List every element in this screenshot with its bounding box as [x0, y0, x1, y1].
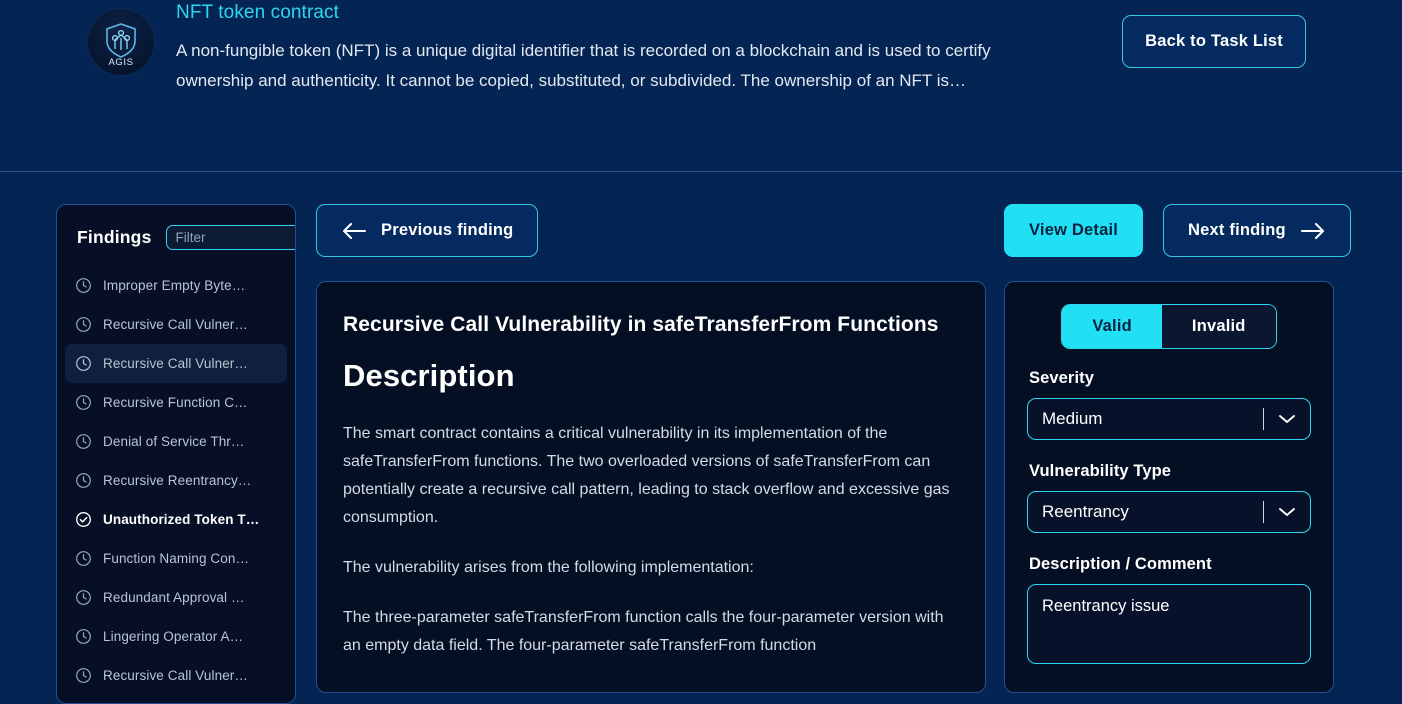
review-column: View Detail Next finding Valid Invalid S… — [1004, 204, 1351, 693]
finding-label: Function Naming Con… — [103, 551, 250, 566]
finding-list-item[interactable]: Recursive Call Vulner… — [65, 656, 287, 695]
finding-label: Redundant Approval … — [103, 590, 245, 605]
vulnerability-type-label: Vulnerability Type — [1029, 462, 1172, 480]
finding-label: Recursive Call Vulner… — [103, 317, 248, 332]
clock-icon — [76, 629, 91, 644]
finding-label: Recursive Function C… — [103, 395, 248, 410]
task-title: NFT token contract — [176, 2, 340, 23]
finding-detail-column: Previous finding Recursive Call Vulnerab… — [296, 204, 1004, 693]
finding-label: Improper Empty Byte… — [103, 278, 246, 293]
finding-list-item[interactable]: Function Naming Con… — [65, 539, 287, 578]
arrow-left-icon — [342, 222, 367, 239]
findings-title: Findings — [77, 227, 152, 247]
finding-detail-panel: Recursive Call Vulnerability in safeTran… — [316, 281, 986, 693]
clock-icon — [76, 356, 91, 371]
valid-toggle-button[interactable]: Valid — [1062, 305, 1162, 348]
clock-icon — [76, 278, 91, 293]
findings-header: Findings — [57, 219, 295, 262]
arrow-right-icon — [1300, 222, 1324, 239]
comment-label: Description / Comment — [1029, 555, 1212, 573]
finding-list-item-selected[interactable]: Recursive Call Vulner… — [65, 344, 287, 383]
severity-select[interactable]: Medium — [1027, 398, 1311, 440]
svg-text:AGIS: AGIS — [108, 57, 133, 68]
finding-list-item[interactable]: Lingering Operator A… — [65, 617, 287, 656]
page-header: AGIS NFT token contract A non-fungible t… — [0, 0, 1402, 172]
next-finding-label: Next finding — [1188, 221, 1286, 239]
select-divider — [1263, 501, 1264, 523]
validity-toggle: Valid Invalid — [1061, 304, 1277, 349]
clock-icon — [76, 551, 91, 566]
finding-list-item[interactable]: Recursive Function C… — [65, 383, 287, 422]
previous-finding-button[interactable]: Previous finding — [316, 204, 539, 257]
next-finding-button[interactable]: Next finding — [1163, 204, 1351, 257]
clock-icon — [76, 668, 91, 683]
filter-input[interactable] — [165, 225, 295, 250]
description-paragraph: The smart contract contains a critical v… — [343, 425, 950, 526]
severity-label: Severity — [1029, 369, 1095, 387]
finding-list-item[interactable]: Denial of Service Thr… — [65, 422, 287, 461]
findings-sidebar: Findings Improper Empty Byte… Recursive … — [56, 204, 296, 704]
validity-toggle-wrap: Valid Invalid — [1027, 304, 1311, 349]
check-circle-icon — [76, 512, 91, 527]
finding-label: Lingering Operator A… — [103, 629, 244, 644]
finding-label: Recursive Reentrancy… — [103, 473, 252, 488]
finding-label: Unauthorized Token T… — [103, 512, 260, 527]
description-paragraph: The vulnerability arises from the follow… — [343, 559, 754, 576]
chevron-down-icon — [1279, 415, 1295, 423]
agis-logo: AGIS — [88, 9, 154, 75]
vulnerability-type-value: Reentrancy — [1042, 502, 1129, 521]
clock-icon — [76, 473, 91, 488]
finding-list-item[interactable]: Recursive Reentrancy… — [65, 461, 287, 500]
description-heading: Description — [343, 358, 515, 393]
review-panel: Valid Invalid Severity Medium Vulnerabil… — [1004, 281, 1334, 693]
header-text-block: NFT token contract A non-fungible token … — [176, 0, 1100, 96]
back-to-task-list-button[interactable]: Back to Task List — [1122, 15, 1306, 68]
shield-circuit-icon: AGIS — [106, 23, 136, 68]
finding-label: Denial of Service Thr… — [103, 434, 245, 449]
clock-icon — [76, 590, 91, 605]
severity-value: Medium — [1042, 409, 1103, 428]
description-paragraph: The three-parameter safeTransferFrom fun… — [343, 609, 944, 654]
view-detail-button[interactable]: View Detail — [1004, 204, 1144, 257]
chevron-down-icon — [1279, 508, 1295, 516]
finding-label: Recursive Call Vulner… — [103, 356, 248, 371]
finding-list-item[interactable]: Recursive Call Vulner… — [65, 305, 287, 344]
vulnerability-type-select[interactable]: Reentrancy — [1027, 491, 1311, 533]
task-description: A non-fungible token (NFT) is a unique d… — [176, 41, 991, 90]
finding-nav-row: Previous finding — [316, 204, 986, 257]
clock-icon — [76, 395, 91, 410]
page-body: Findings Improper Empty Byte… Recursive … — [0, 172, 1402, 704]
previous-finding-label: Previous finding — [381, 221, 514, 239]
finding-detail-title: Recursive Call Vulnerability in safeTran… — [343, 313, 939, 336]
finding-list-item[interactable]: Redundant Approval … — [65, 578, 287, 617]
findings-list: Improper Empty Byte… Recursive Call Vuln… — [57, 262, 295, 695]
comment-textarea[interactable] — [1027, 584, 1311, 664]
clock-icon — [76, 434, 91, 449]
finding-list-item-reviewed[interactable]: Unauthorized Token T… — [65, 500, 287, 539]
finding-label: Recursive Call Vulner… — [103, 668, 248, 683]
invalid-toggle-button[interactable]: Invalid — [1161, 305, 1276, 348]
select-divider — [1263, 408, 1264, 430]
review-nav-row: View Detail Next finding — [1004, 204, 1351, 257]
finding-list-item[interactable]: Improper Empty Byte… — [65, 266, 287, 305]
clock-icon — [76, 317, 91, 332]
